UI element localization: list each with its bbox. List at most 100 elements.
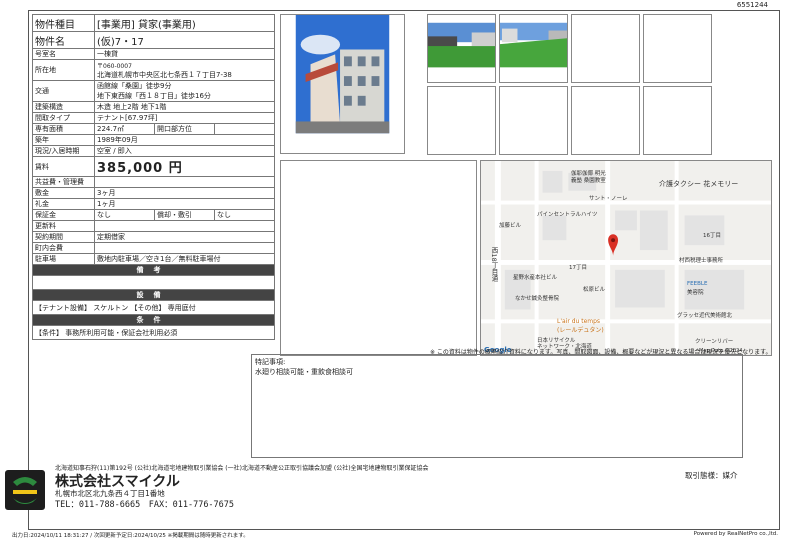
rent-value: 385,000 円 — [94, 156, 275, 177]
amortize-label: 償却・敷引 — [154, 209, 215, 221]
fee-label: 共益費・管理費 — [32, 176, 95, 188]
transit-value: 函館線「桑園」徒歩9分 地下東西線「西１８丁目」徒歩16分 — [94, 80, 275, 102]
renew-label: 更新料 — [32, 220, 95, 232]
row-deposit: 敷金 3ヶ月 — [32, 187, 275, 199]
map-label-6: 西18丁目通 — [490, 247, 498, 282]
type-label: 物件種目 — [32, 14, 95, 32]
map-label-14: 松原ビル — [583, 287, 606, 293]
photo-8[interactable] — [571, 86, 640, 155]
address-value: 〒060-0007 北海道札幌市中央区北七条西１７丁目7-38 — [94, 59, 275, 81]
remarks-cell — [32, 275, 275, 290]
reference-id: 6551244 — [736, 1, 768, 9]
facility-value: 【テナント設備】 スケルトン 【その他】 専用庭付 — [32, 300, 275, 315]
row-keymoney: 礼金 1ヶ月 — [32, 198, 275, 210]
photo-3[interactable] — [499, 14, 568, 83]
map-label-2: サント・ノーレ — [589, 196, 628, 202]
area-label: 専有面積 — [32, 123, 95, 135]
town-fee-label: 町内会費 — [32, 242, 95, 254]
row-layout: 間取タイプ テナント[67.97坪] — [32, 112, 275, 124]
condition-header: 条件 — [32, 314, 275, 326]
structure-value: 木造 地上2階 地下1階 — [94, 101, 275, 113]
map-label-15: L'air du temps — [557, 318, 601, 325]
deposit-value: 3ヶ月 — [94, 187, 275, 199]
photo-6[interactable] — [427, 86, 496, 155]
remarks-body: 水廻り相談可能・重飲食相談可 — [255, 368, 353, 376]
name-value: (仮)7・17 — [94, 31, 275, 49]
row-renew: 更新料 — [32, 220, 275, 232]
row-fee: 共益費・管理費 — [32, 176, 275, 188]
built-value: 1989年09月 — [94, 134, 275, 146]
row-type: 物件種目 [事業用] 貸家(事業用) — [32, 14, 275, 32]
remarks-title: 特記事項: — [255, 358, 286, 366]
layout-value: テナント[67.97坪] — [94, 112, 275, 124]
map-label-10: 村西税理士事務所 — [679, 258, 724, 264]
facility-row: 【テナント設備】 スケルトン 【その他】 専用庭付 — [32, 300, 275, 315]
guarantee-label: 保証金 — [32, 209, 95, 221]
garden-image-2 — [500, 15, 567, 82]
guarantee-value: なし — [94, 209, 155, 221]
facility-header-row: 設備 — [32, 289, 275, 301]
row-area: 専有面積 224.7㎡ 開口部方位 — [32, 123, 275, 135]
address-zip: 〒060-0007 — [97, 62, 132, 70]
transit-label: 交通 — [32, 80, 95, 102]
address-label: 所在地 — [32, 59, 95, 81]
room-label: 号室名 — [32, 48, 95, 60]
structure-label: 建築構造 — [32, 101, 95, 113]
map-label-13: なかせ鍼灸整骨院 — [515, 296, 560, 302]
renew-value — [94, 220, 275, 232]
map-label-17: グラッセ近代美術館北 — [677, 313, 733, 319]
row-rent: 賃料 385,000 円 — [32, 156, 275, 177]
parking-value: 敷地内駐車場／空き1台／無料駐車場付 — [94, 253, 275, 265]
company-logo-icon — [5, 470, 45, 510]
map-label-11: FEEBLE — [687, 281, 708, 287]
row-guarantee: 保証金 なし 償却・敷引 なし — [32, 209, 275, 221]
built-label: 築年 — [32, 134, 95, 146]
company-tel: TEL：011-788-6665 FAX：011-776-7675 — [55, 500, 235, 510]
keymoney-value: 1ヶ月 — [94, 198, 275, 210]
row-transit: 交通 函館線「桑園」徒歩9分 地下東西線「西１８丁目」徒歩16分 — [32, 80, 275, 102]
photo-5[interactable] — [643, 14, 712, 83]
map-drawing — [481, 161, 771, 355]
fee-value — [94, 176, 275, 188]
map-label-4: 介護タクシー 花メモリー — [659, 180, 739, 188]
type-value: [事業用] 貸家(事業用) — [94, 14, 275, 32]
photo-9[interactable] — [643, 86, 712, 155]
photo-4[interactable] — [571, 14, 640, 83]
spec-table: 物件種目 [事業用] 貸家(事業用) 物件名 (仮)7・17 号室名 一棟貸 所… — [32, 14, 275, 340]
keymoney-label: 礼金 — [32, 198, 95, 210]
floor-plan-box[interactable] — [280, 160, 477, 356]
row-address: 所在地 〒060-0007 北海道札幌市中央区北七条西１７丁目7-38 — [32, 59, 275, 81]
remarks-header-row: 備考 — [32, 264, 275, 276]
map-label-1: 義塾 桑園教室 — [571, 178, 606, 184]
powered-by: Powered by RealNetPro co.,ltd. — [693, 531, 778, 537]
map-label-3: パインセントラルハイツ — [537, 212, 598, 218]
map-label-20: クリーンリバー — [695, 339, 734, 345]
transit-line-2: 地下東西線「西１８丁目」徒歩16分 — [97, 92, 211, 100]
map-label-12: 美容院 — [687, 290, 704, 296]
location-map[interactable]: 伽耶伽倻 明光 義塾 桑園教室 サント・ノーレ パインセントラルハイツ 介護タク… — [480, 160, 772, 356]
town-fee-value — [94, 242, 275, 254]
layout-label: 間取タイプ — [32, 112, 95, 124]
area-value: 224.7㎡ — [94, 123, 155, 135]
map-label-9: 星野水産本社ビル — [513, 275, 558, 281]
building-image — [281, 15, 404, 153]
remarks-row — [32, 275, 275, 290]
remarks-header: 備考 — [32, 264, 275, 276]
row-parking: 駐車場 敷地内駐車場／空き1台／無料駐車場付 — [32, 253, 275, 265]
map-label-7: 16丁目 — [703, 233, 721, 239]
condition-value: 【条件】 事務所利用可能・保証会社利用必須 — [32, 325, 275, 340]
row-name: 物件名 (仮)7・17 — [32, 31, 275, 49]
condition-header-row: 条件 — [32, 314, 275, 326]
parking-label: 駐車場 — [32, 253, 95, 265]
photo-2[interactable] — [427, 14, 496, 83]
main-photo[interactable] — [280, 14, 405, 154]
rent-label: 賃料 — [32, 156, 95, 177]
photo-7[interactable] — [499, 86, 568, 155]
map-label-8: 17丁目 — [569, 265, 587, 271]
transaction-type: 取引態様：媒介 — [685, 471, 738, 480]
status-label: 現況/入居時期 — [32, 145, 95, 157]
name-label: 物件名 — [32, 31, 95, 49]
map-label-16: (レールデュタン) — [557, 327, 604, 334]
row-room: 号室名 一棟貸 — [32, 48, 275, 60]
map-label-5: 加藤ビル — [499, 223, 522, 229]
